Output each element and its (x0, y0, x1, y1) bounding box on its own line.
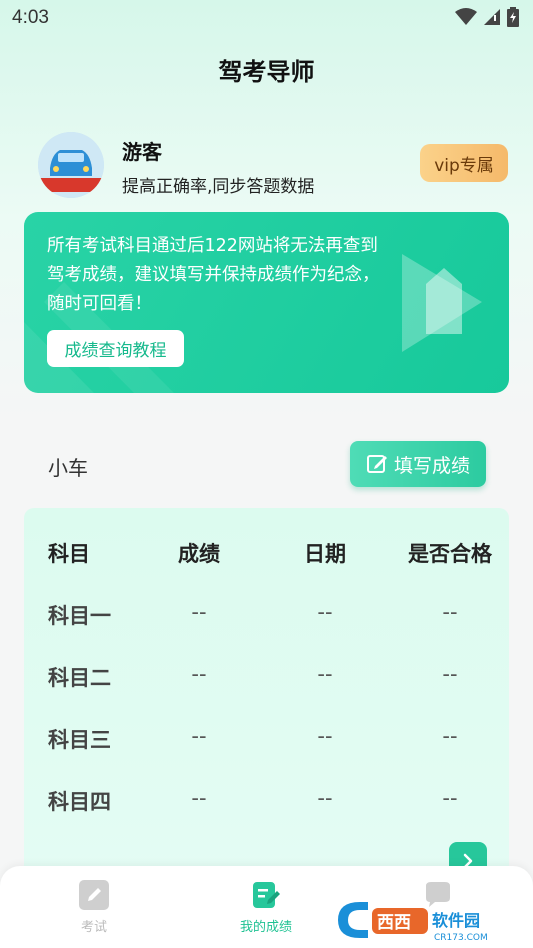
watermark-graphic: 西西 软件园 CR173.COM (338, 902, 488, 943)
svg-text:软件园: 软件园 (432, 911, 480, 930)
car-type-label: 小车 (48, 456, 88, 480)
table-header: 科目 成绩 日期 是否合格 (24, 538, 509, 578)
car-avatar-icon (38, 132, 104, 198)
banner-text: 所有考试科目通过后122网站将无法再查到驾考成绩，建议填写并保持成绩作为纪念，随… (47, 236, 380, 314)
header-score: 成绩 (178, 542, 220, 566)
subject-cell: 科目三 (48, 728, 111, 752)
score-cell: -- (191, 662, 207, 686)
vip-button[interactable]: vip专属 (420, 144, 508, 182)
header-subject: 科目 (48, 542, 90, 566)
header-pass: 是否合格 (408, 542, 492, 566)
pass-cell: -- (442, 724, 458, 748)
status-bar: 4:03 (0, 0, 533, 36)
date-cell: -- (317, 786, 333, 810)
pass-cell: -- (442, 600, 458, 624)
pass-cell: -- (442, 786, 458, 810)
nav-item-exam[interactable]: 考试 (44, 880, 144, 935)
pencil-icon (79, 880, 109, 910)
svg-text:西西: 西西 (377, 913, 411, 933)
edit-document-icon (253, 882, 280, 908)
edit-icon (366, 455, 387, 473)
profile-description: 提高正确率,同步答题数据 (122, 177, 315, 197)
score-table: 科目 成绩 日期 是否合格 科目一 -- -- -- 科目二 -- -- -- … (24, 508, 509, 888)
subject-cell: 科目一 (48, 604, 111, 628)
profile-section[interactable]: 游客 提高正确率,同步答题数据 vip专属 (38, 132, 508, 198)
table-row[interactable]: 科目二 -- -- -- (24, 662, 509, 702)
date-cell: -- (317, 724, 333, 748)
watermark-logo: 西西 软件园 CR173.COM (330, 896, 530, 944)
wifi-icon (455, 8, 477, 25)
battery-icon (507, 7, 519, 27)
table-row[interactable]: 科目三 -- -- -- (24, 724, 509, 764)
status-time: 4:03 (12, 7, 49, 28)
page-title: 驾考导师 (218, 58, 315, 86)
nav-label-exam: 考试 (80, 920, 107, 935)
date-cell: -- (317, 600, 333, 624)
profile-name: 游客 (122, 140, 162, 164)
score-cell: -- (191, 786, 207, 810)
avatar[interactable] (38, 132, 104, 198)
nav-item-my-scores[interactable]: 我的成绩 (216, 880, 316, 935)
pass-cell: -- (442, 662, 458, 686)
status-icons (455, 7, 519, 27)
nav-label-my-scores: 我的成绩 (239, 920, 292, 935)
score-query-tutorial-button[interactable]: 成绩查询教程 (47, 330, 184, 367)
table-row[interactable]: 科目一 -- -- -- (24, 600, 509, 640)
fill-score-label: 填写成绩 (393, 454, 470, 477)
score-cell: -- (191, 600, 207, 624)
signal-icon (484, 9, 500, 25)
score-cell: -- (191, 724, 207, 748)
subject-cell: 科目四 (48, 790, 111, 814)
date-cell: -- (317, 662, 333, 686)
svg-text:CR173.COM: CR173.COM (434, 933, 488, 943)
fill-score-button[interactable]: 填写成绩 (350, 441, 486, 487)
table-row[interactable]: 科目四 -- -- -- (24, 786, 509, 826)
subject-cell: 科目二 (48, 666, 111, 690)
header-date: 日期 (304, 542, 346, 566)
score-notice-banner: 所有考试科目通过后122网站将无法再查到驾考成绩，建议填写并保持成绩作为纪念，随… (24, 212, 509, 393)
